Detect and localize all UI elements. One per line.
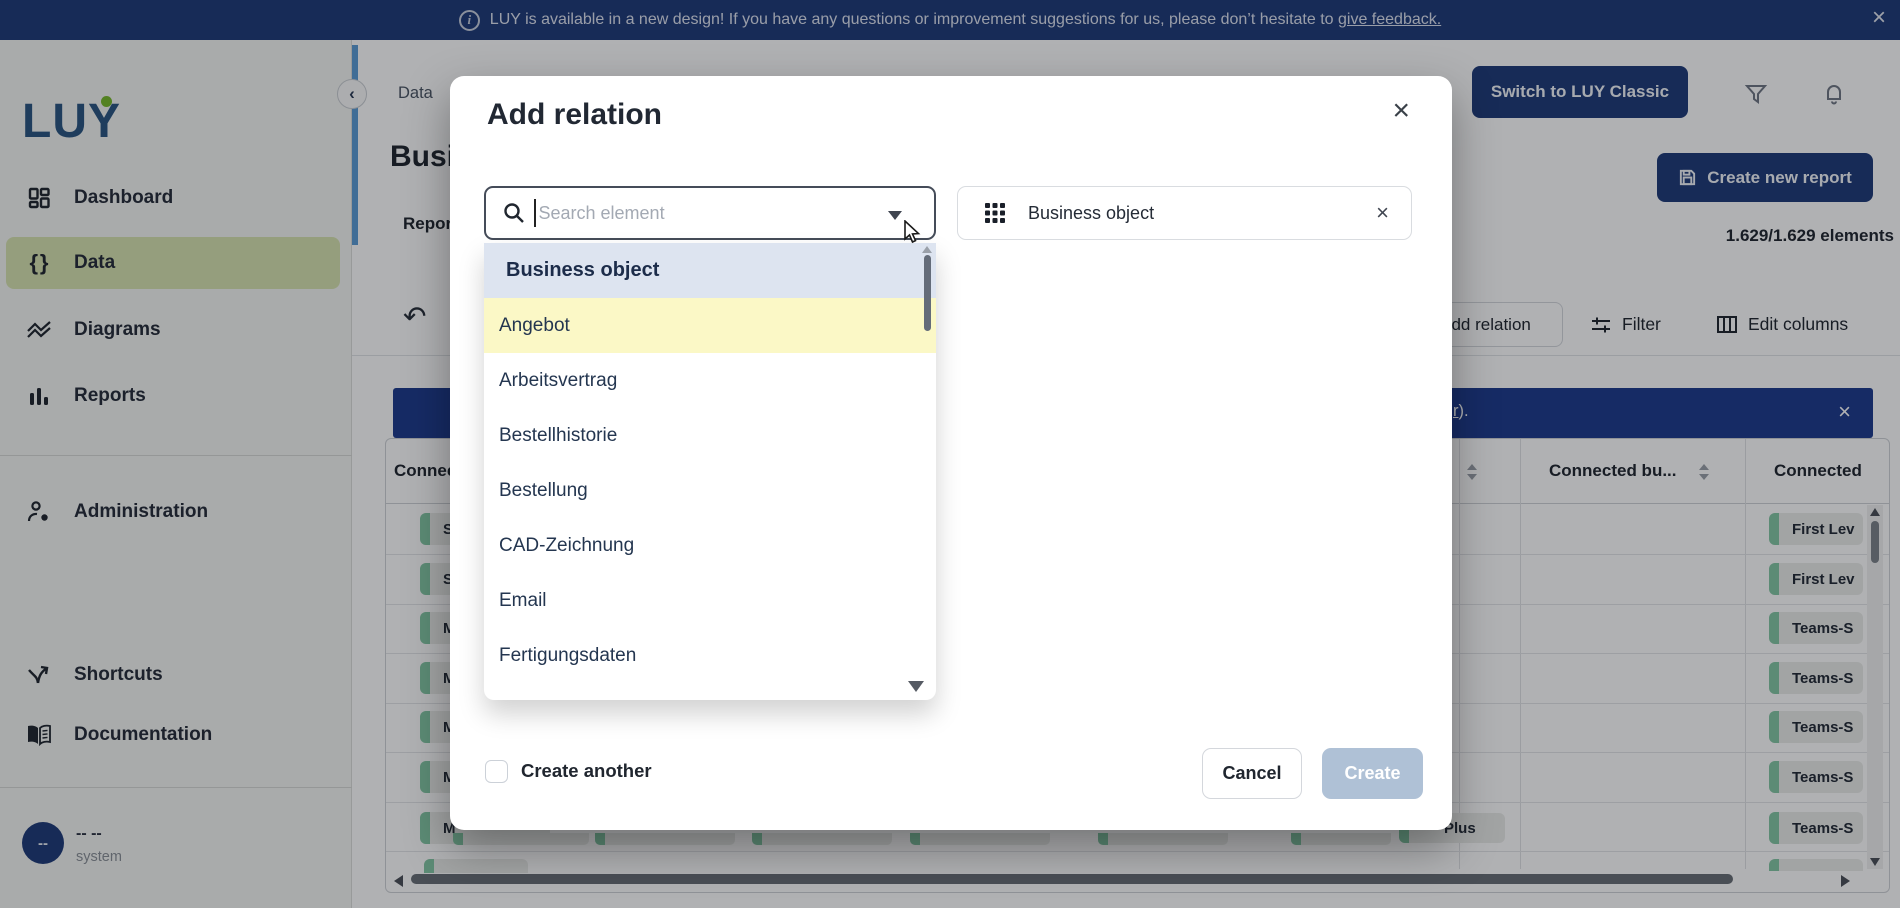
- search-icon: [502, 201, 526, 225]
- dropdown-option-cad-zeichnung[interactable]: CAD-Zeichnung: [484, 518, 936, 573]
- mouse-cursor: [903, 220, 925, 249]
- dropdown-group-header: Business object: [484, 243, 936, 298]
- chip-label: Business object: [1028, 203, 1154, 224]
- dropdown-option-angebot[interactable]: Angebot: [484, 298, 936, 353]
- chevron-down-icon[interactable]: [888, 211, 902, 220]
- dropdown-option-arbeitsvertrag[interactable]: Arbeitsvertrag: [484, 353, 936, 408]
- create-button-disabled[interactable]: Create: [1322, 748, 1423, 799]
- modal-title: Add relation: [487, 98, 662, 132]
- dropdown-scroll-down-icon[interactable]: [908, 681, 924, 692]
- create-another-label: Create another: [521, 760, 652, 782]
- search-element-input[interactable]: Search element: [484, 186, 936, 240]
- dropdown-scrollbar-thumb[interactable]: [924, 255, 931, 331]
- type-filter-chip[interactable]: Business object ×: [957, 186, 1412, 240]
- dropdown-option-fertigungsdaten[interactable]: Fertigungsdaten: [484, 628, 936, 683]
- search-placeholder: Search element: [539, 203, 665, 224]
- chip-remove-icon[interactable]: ×: [1376, 200, 1389, 226]
- modal-close-icon[interactable]: ×: [1392, 94, 1410, 128]
- add-relation-modal: Add relation × Search element Business o…: [450, 76, 1452, 830]
- create-another-checkbox[interactable]: [485, 760, 508, 783]
- cancel-button[interactable]: Cancel: [1202, 748, 1302, 799]
- dropdown-option-bestellung[interactable]: Bestellung: [484, 463, 936, 518]
- dropdown-option-email[interactable]: Email: [484, 573, 936, 628]
- search-results-dropdown: Business object Angebot Arbeitsvertrag B…: [484, 243, 936, 700]
- grid-icon: [984, 202, 1006, 224]
- dropdown-option-bestellhistorie[interactable]: Bestellhistorie: [484, 408, 936, 463]
- text-caret: [534, 199, 536, 227]
